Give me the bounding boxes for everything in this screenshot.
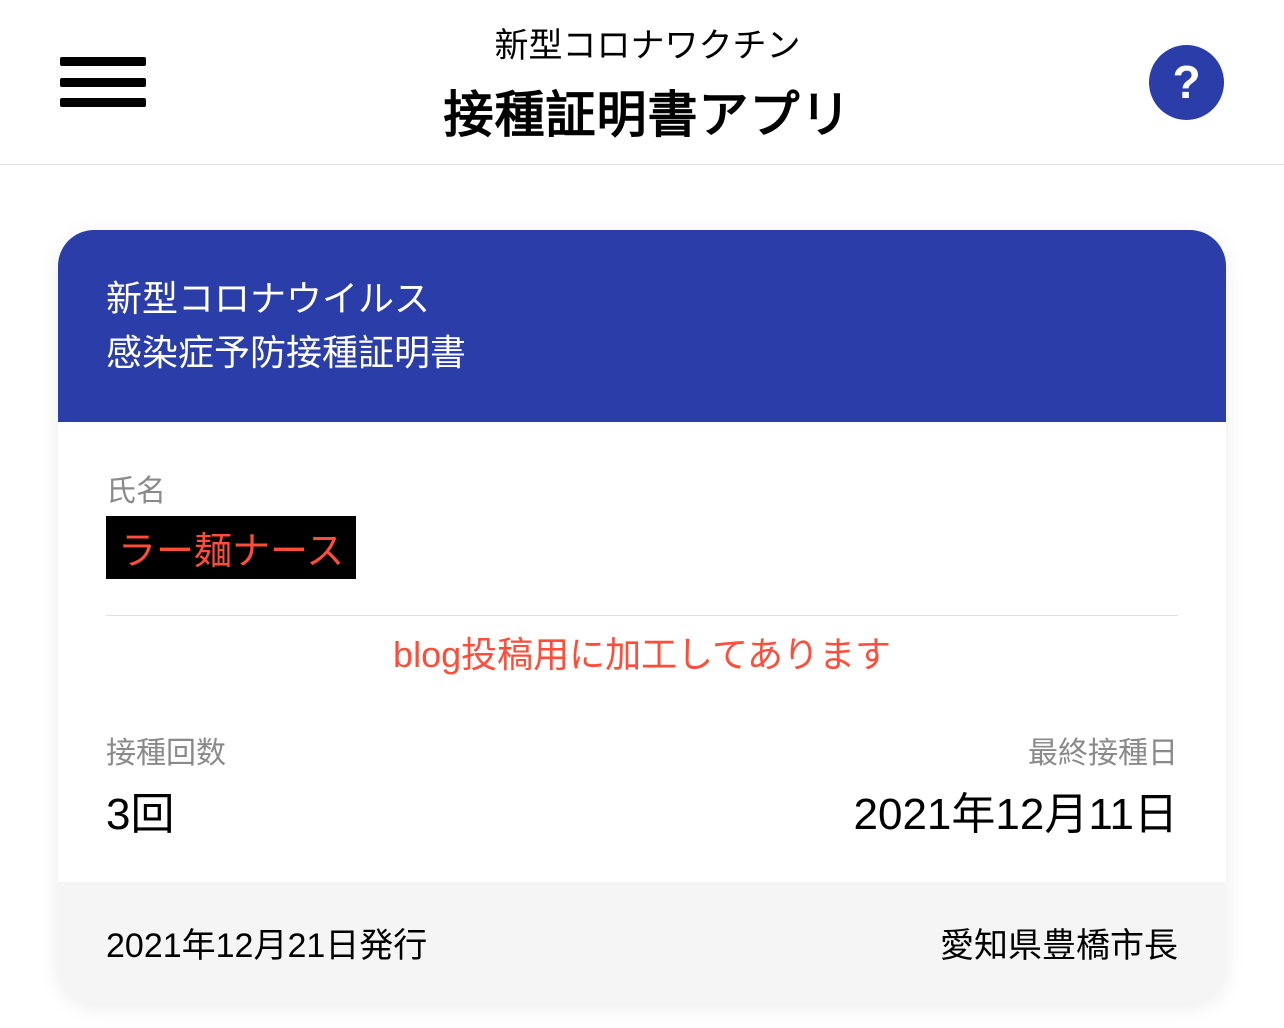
issue-date: 2021年12月21日発行 [106,918,427,967]
dose-count-label: 接種回数 [106,728,226,772]
last-dose-label: 最終接種日 [854,728,1179,772]
last-dose-block: 最終接種日 2021年12月11日 [854,728,1179,842]
content-area: 新型コロナウイルス 感染症予防接種証明書 氏名 ラー麺ナース blog投稿用に加… [0,165,1284,1003]
app-subtitle: 新型コロナワクチン [146,18,1149,67]
menu-icon[interactable] [60,57,146,107]
name-label: 氏名 [106,466,1178,510]
card-title-line1: 新型コロナウイルス [106,272,1178,326]
certificate-card[interactable]: 新型コロナウイルス 感染症予防接種証明書 氏名 ラー麺ナース blog投稿用に加… [58,230,1226,1003]
card-header: 新型コロナウイルス 感染症予防接種証明書 [58,230,1226,422]
app-title: 接種証明書アプリ [146,75,1149,147]
dose-count-block: 接種回数 3回 [106,728,226,842]
card-body: 氏名 ラー麺ナース blog投稿用に加工してあります 接種回数 3回 最終接種日… [58,422,1226,882]
edit-notice: blog投稿用に加工してあります [106,615,1178,700]
help-button[interactable]: ? [1149,45,1224,120]
card-title-line2: 感染症予防接種証明書 [106,326,1178,380]
name-section: 氏名 ラー麺ナース [106,466,1178,579]
stats-row: 接種回数 3回 最終接種日 2021年12月11日 [106,728,1178,842]
help-icon: ? [1172,55,1200,109]
dose-count-value: 3回 [106,778,226,842]
card-footer: 2021年12月21日発行 愛知県豊橋市長 [58,882,1226,1003]
app-header: 新型コロナワクチン 接種証明書アプリ ? [0,0,1284,165]
name-value: ラー麺ナース [106,516,356,579]
title-block: 新型コロナワクチン 接種証明書アプリ [146,18,1149,147]
last-dose-value: 2021年12月11日 [854,778,1179,842]
issuer: 愛知県豊橋市長 [940,918,1178,967]
